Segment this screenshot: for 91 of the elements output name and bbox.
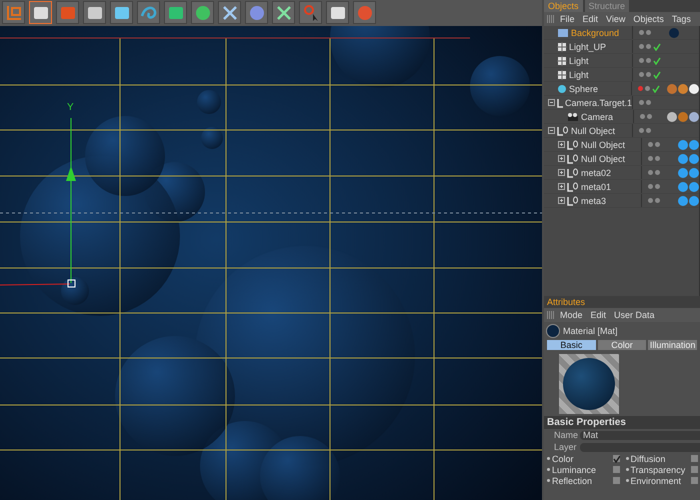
- object-name[interactable]: meta02: [581, 168, 612, 178]
- null-object-icon: [567, 182, 579, 192]
- visibility-dots-icon[interactable]: [639, 72, 651, 77]
- light-icon: [557, 70, 567, 80]
- object-name[interactable]: Camera.Target.1: [564, 98, 632, 108]
- channel-checkbox[interactable]: [691, 477, 698, 484]
- object-name[interactable]: Background: [571, 28, 620, 38]
- channel-dot-icon: [547, 479, 550, 482]
- channel-dot-icon: [626, 457, 628, 460]
- menu-item[interactable]: Edit: [580, 14, 602, 24]
- background-icon: [557, 28, 569, 38]
- null-object-icon: [557, 126, 569, 136]
- channel-dot-icon: [547, 457, 550, 460]
- null-object-icon: [567, 196, 579, 206]
- null-object-icon: [557, 98, 563, 108]
- object-name[interactable]: Null Object: [571, 126, 616, 136]
- grip-icon: [547, 311, 555, 319]
- sphere-icon: [557, 84, 567, 94]
- menu-item[interactable]: View: [603, 14, 628, 24]
- field-label: Name: [554, 430, 576, 440]
- material-preview: [559, 354, 619, 414]
- panel-title: Attributes: [544, 296, 700, 308]
- channel-dot-icon: [626, 468, 628, 471]
- axis-label: Y: [67, 102, 74, 113]
- enabled-check-icon[interactable]: [653, 56, 661, 64]
- visibility-dots-icon[interactable]: [639, 44, 651, 49]
- visibility-dots-icon[interactable]: [639, 30, 651, 35]
- light-icon: [557, 42, 567, 52]
- object-name[interactable]: Null Object: [581, 140, 626, 150]
- visibility-dots-icon[interactable]: [638, 86, 650, 91]
- channel-label: Transparency: [630, 464, 686, 474]
- expand-toggle-icon[interactable]: [558, 155, 565, 162]
- visibility-dots-icon[interactable]: [639, 58, 651, 63]
- menu-item[interactable]: Edit: [588, 310, 610, 320]
- channel-checkbox[interactable]: [691, 466, 698, 473]
- channel-label: Environment: [630, 476, 682, 486]
- channel-dot-icon: [626, 479, 628, 482]
- expand-toggle-icon[interactable]: [558, 183, 565, 190]
- object-name[interactable]: Light: [569, 56, 589, 66]
- channel-checkbox[interactable]: [612, 455, 620, 462]
- light-icon: [557, 56, 567, 66]
- field-label: Layer: [554, 442, 576, 452]
- attribute-tab[interactable]: Color: [598, 340, 646, 350]
- expand-toggle-icon[interactable]: [558, 169, 565, 176]
- menu-item[interactable]: Mode: [557, 310, 586, 320]
- material-sphere-icon: [546, 324, 560, 338]
- expand-toggle-icon[interactable]: [558, 141, 565, 148]
- channel-checkbox[interactable]: [612, 477, 620, 484]
- visibility-dots-icon[interactable]: [648, 170, 660, 175]
- channel-checkbox[interactable]: [691, 455, 698, 462]
- visibility-dots-icon[interactable]: [639, 128, 651, 133]
- enabled-check-icon[interactable]: [653, 70, 661, 78]
- enabled-check-icon[interactable]: [652, 84, 660, 92]
- expand-toggle-icon[interactable]: [548, 99, 555, 106]
- channel-label: Luminance: [552, 464, 598, 474]
- y-axis-handle[interactable]: [66, 118, 76, 288]
- null-object-icon: [567, 154, 579, 164]
- expand-toggle-icon[interactable]: [558, 197, 565, 204]
- visibility-dots-icon[interactable]: [648, 156, 660, 161]
- channel-label: Diffusion: [630, 454, 666, 464]
- attribute-tab[interactable]: Basic: [547, 340, 596, 350]
- channel-dot-icon: [547, 468, 550, 471]
- visibility-dots-icon[interactable]: [648, 142, 660, 147]
- object-name[interactable]: Light: [569, 70, 589, 80]
- expand-toggle-icon[interactable]: [548, 127, 555, 134]
- object-name[interactable]: Light_UP: [569, 42, 606, 52]
- camera-icon: [567, 112, 579, 120]
- channel-label: Reflection: [552, 476, 594, 486]
- null-object-icon: [567, 168, 579, 178]
- menu-item[interactable]: File: [557, 14, 578, 24]
- text-field[interactable]: Mat: [580, 430, 700, 440]
- grip-icon: [547, 15, 555, 23]
- visibility-dots-icon[interactable]: [648, 184, 660, 189]
- attribute-tab[interactable]: Illumination: [648, 340, 698, 350]
- material-header: Material [Mat]: [563, 326, 618, 336]
- visibility-dots-icon[interactable]: [639, 100, 651, 105]
- channel-label: Color: [552, 454, 575, 464]
- menu-item[interactable]: User Data: [611, 310, 658, 320]
- menu-item[interactable]: Tags: [668, 14, 694, 24]
- object-name[interactable]: meta3: [581, 196, 606, 206]
- visibility-dots-icon[interactable]: [648, 198, 660, 203]
- object-name[interactable]: meta01: [581, 182, 612, 192]
- enabled-check-icon[interactable]: [653, 42, 661, 50]
- object-name[interactable]: Null Object: [581, 154, 626, 164]
- section-header: Basic Properties: [544, 416, 700, 429]
- menu-item[interactable]: Objects: [630, 14, 667, 24]
- object-name[interactable]: Sphere: [569, 84, 598, 94]
- object-name[interactable]: Camera: [581, 112, 614, 122]
- channel-checkbox[interactable]: [612, 466, 620, 473]
- null-object-icon: [567, 140, 579, 150]
- visibility-dots-icon[interactable]: [640, 114, 652, 119]
